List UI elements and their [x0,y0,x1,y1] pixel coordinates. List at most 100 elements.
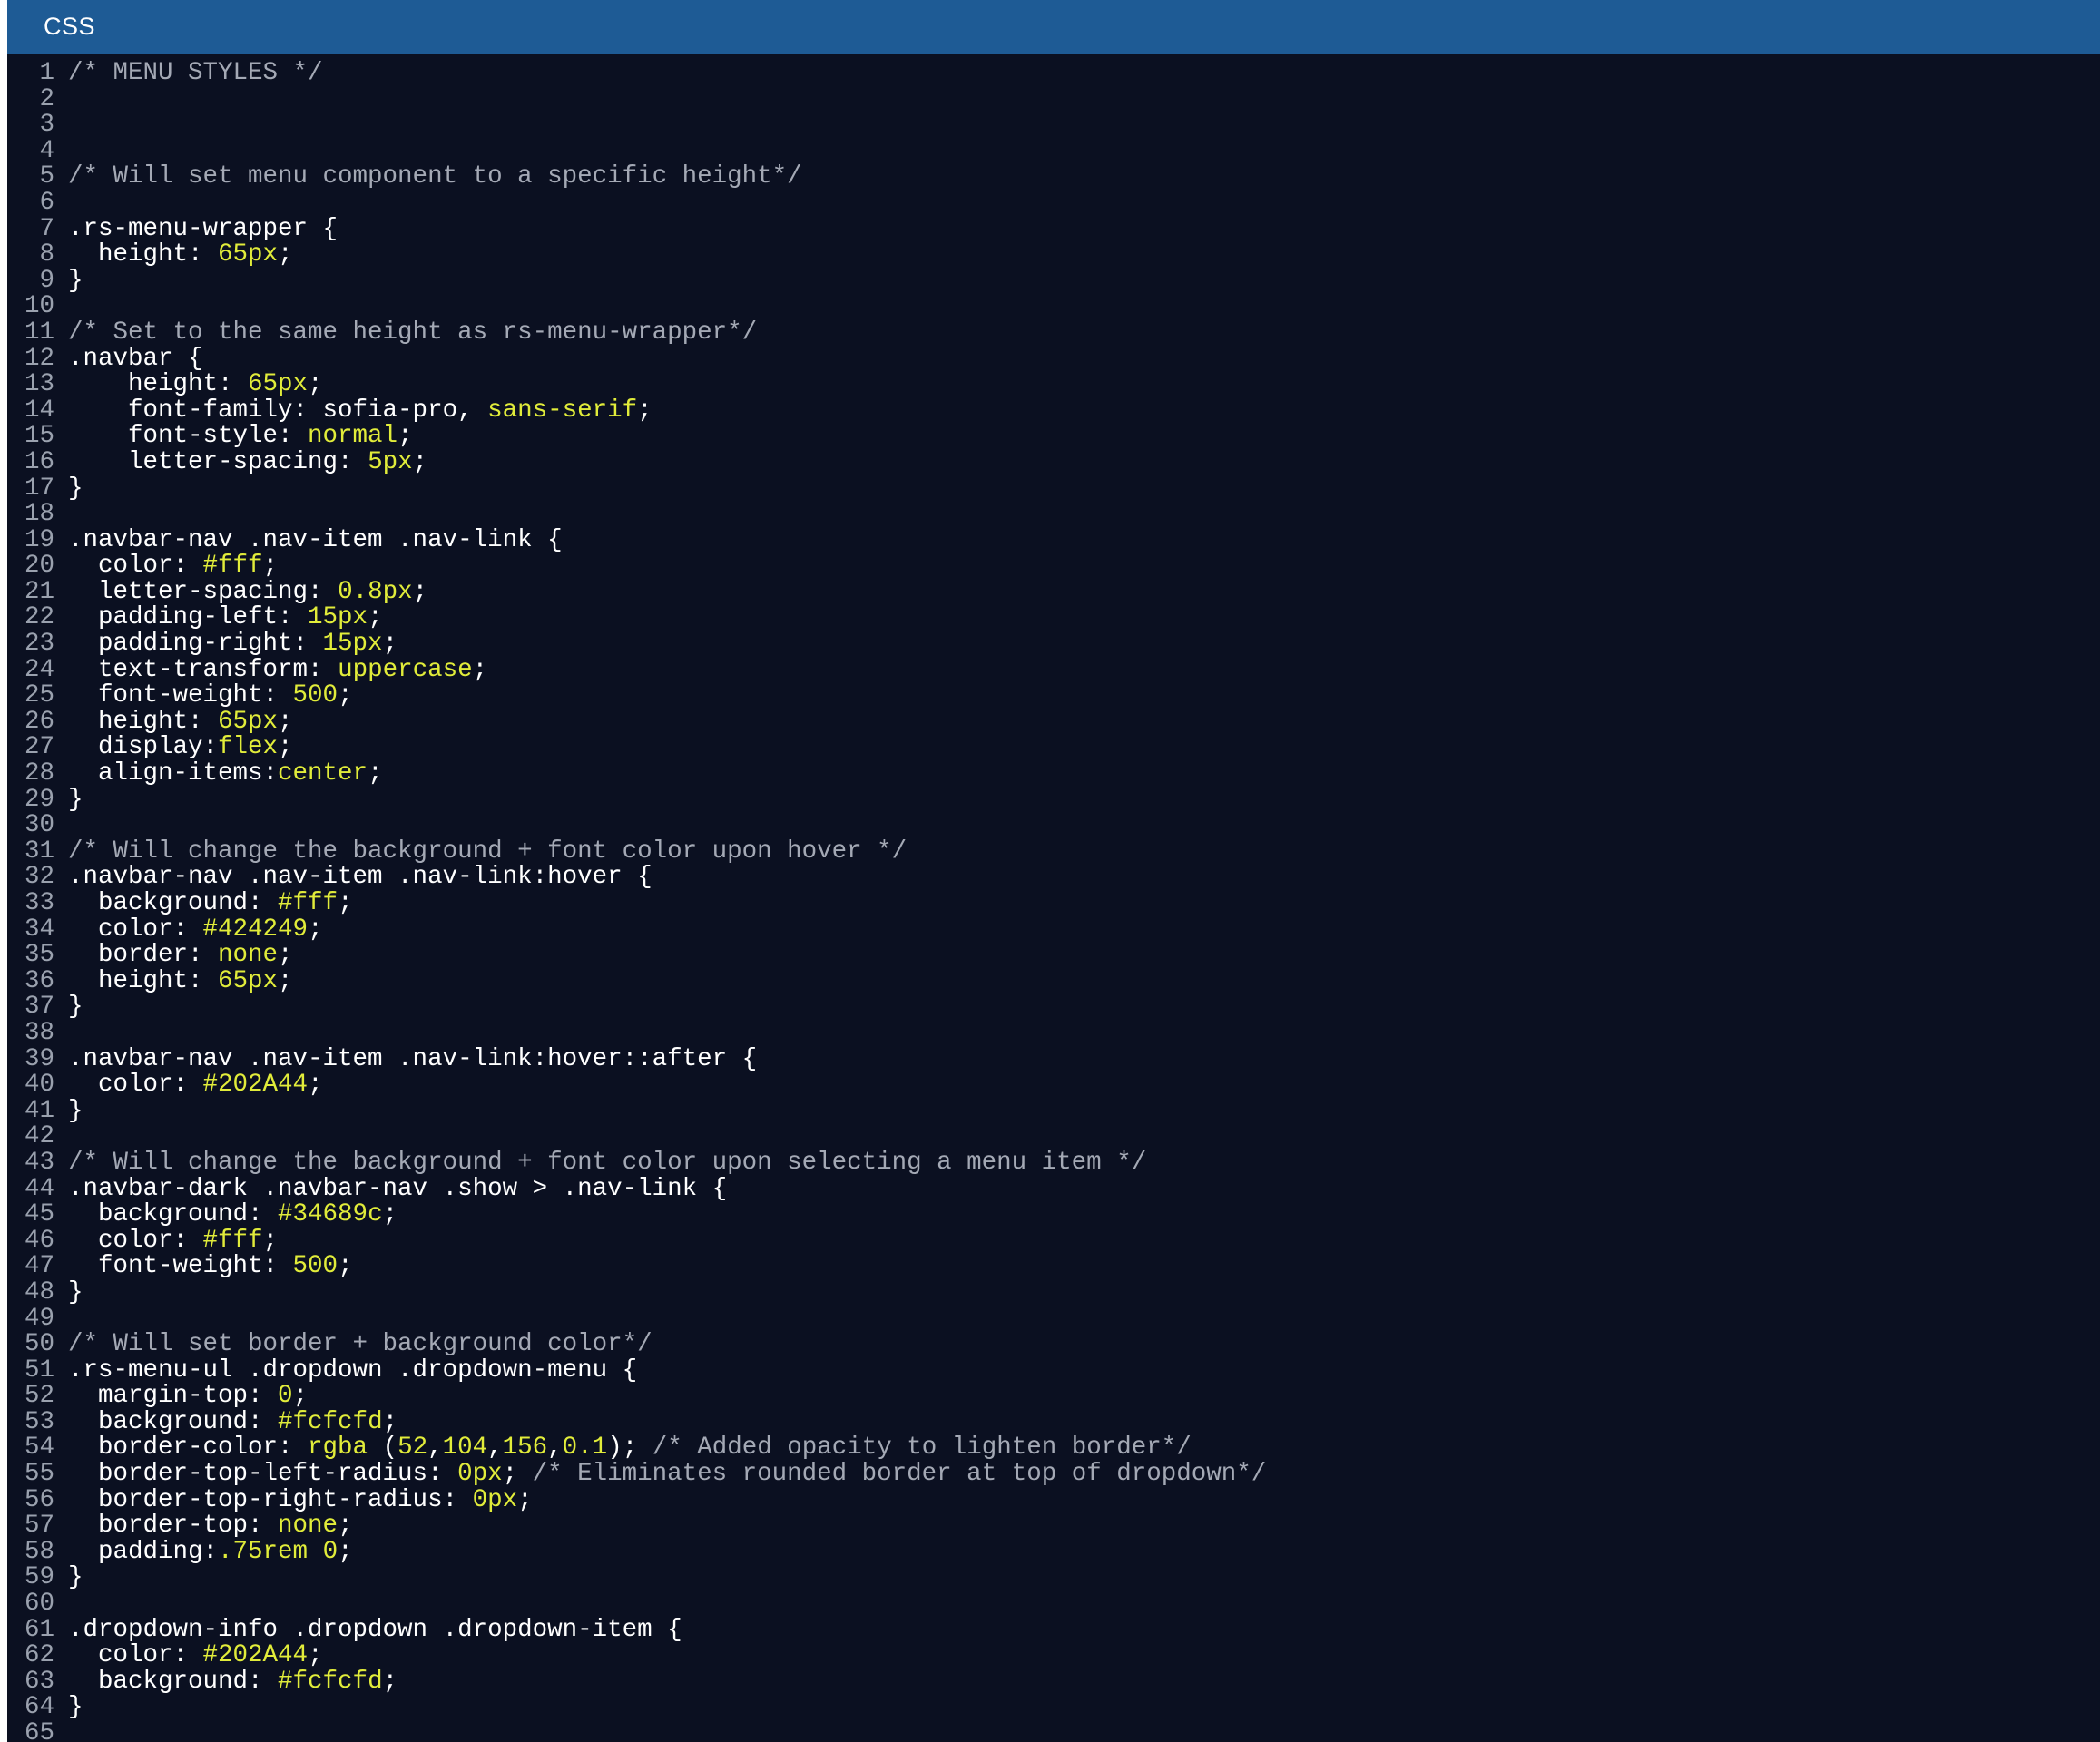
panel-title: CSS [44,13,96,40]
code-line: 58 padding:.75rem 0; [7,1538,2100,1566]
code-text: border-top-left-radius: 0px; /* Eliminat… [68,1461,1266,1488]
line-number: 49 [24,1304,54,1333]
line-number: 24 [24,655,54,684]
code-token-value: 500 [292,1252,339,1281]
code-token-plain: } [68,1563,83,1592]
code-token-value: flex [218,733,279,762]
code-token-plain: ; [308,1641,323,1670]
code-text: height: 65px; [68,370,323,399]
code-token-plain: ; [338,1512,353,1541]
code-token-plain: border: [68,941,219,970]
code-token-plain: border-top-right-radius: [68,1485,473,1514]
code-token-plain: , [547,1434,563,1463]
code-text: .dropdown-info .dropdown .dropdown-item … [68,1617,682,1644]
code-token-plain: border-color: [68,1434,309,1463]
code-token-plain: height: [68,370,249,399]
code-text: padding-left: 15px; [68,605,383,631]
code-line: 63 background: #fcfcfd; [7,1669,2100,1696]
line-number: 34 [24,915,54,944]
code-line: 19 .navbar-nav .nav-item .nav-link { [7,525,2100,554]
code-text: } [68,994,83,1021]
code-line: 60 [7,1590,2100,1618]
code-token-plain: color: [68,915,203,944]
code-token-plain: border-top: [68,1512,279,1541]
code-token-plain: ; [412,577,428,606]
line-number: 43 [24,1148,54,1177]
code-token-value: 0px [472,1485,518,1514]
code-line: 53 background: #fcfcfd; [7,1409,2100,1436]
code-text: border-color: rgba (52,104,156,0.1); /* … [68,1435,1192,1462]
code-line: 48} [7,1279,2100,1306]
line-number: 39 [24,1044,54,1073]
code-token-plain: ; [382,1667,398,1696]
code-token-value: 52 [397,1434,428,1463]
code-text: } [68,268,83,295]
code-token-plain: ; [262,552,279,581]
code-token-plain: ; [278,707,293,736]
code-token-plain: background: [68,889,279,917]
code-line: 5 /* Will set menu component to a specifi… [7,164,2100,191]
code-token-value: uppercase [338,655,473,684]
code-text: /* Set to the same height as rs-menu-wra… [68,318,758,347]
line-number: 46 [24,1226,54,1255]
code-text: font-weight: 500; [68,681,353,710]
code-token-plain: ; [308,915,323,944]
code-token-value: 5px [368,447,413,476]
line-number: 2 [39,84,54,113]
line-number: 25 [24,681,54,710]
code-text: height: 65px; [68,968,293,995]
code-text: } [68,475,83,503]
code-token-plain: ; [517,1485,533,1514]
code-line: 4 [7,138,2100,165]
line-number: 50 [24,1330,54,1359]
code-token-plain: ( [368,1434,398,1463]
line-number: 21 [24,577,54,606]
code-text: .navbar-nav .nav-item .nav-link:hover { [68,865,653,891]
code-token-plain: text-transform: [68,655,339,684]
css-code-panel: CSS 1/* MENU STYLES */2 3 4 5/* Will set me… [7,0,2100,1742]
code-token-plain: ; [338,681,353,710]
code-token-plain: align-items: [68,759,279,788]
line-number: 62 [24,1641,54,1670]
panel-header: CSS [7,0,2100,54]
code-text: background: #34689c; [68,1201,397,1228]
line-number: 19 [24,525,54,554]
code-token-plain: font-family: sofia-pro, [68,396,488,425]
code-line: 37} [7,994,2100,1021]
code-text: background: #fff; [68,889,353,917]
line-number: 23 [24,630,54,659]
code-token-comment: /* Will change the background + font col… [68,837,908,866]
code-text: color: #424249; [68,915,323,944]
code-token-plain: .navbar-nav .nav-item .nav-link { [68,525,563,554]
line-number: 30 [24,811,54,840]
code-token-comment: /* Set to the same height as rs-menu-wra… [68,318,758,347]
line-number: 47 [24,1252,54,1281]
code-token-plain: display: [68,733,219,762]
code-token-plain: color: [68,1071,203,1100]
code-text: /* Will change the background + font col… [68,837,908,866]
code-line: 40 color: #202A44; [7,1072,2100,1099]
code-text: .rs-menu-ul .dropdown .dropdown-menu { [68,1357,637,1385]
code-token-plain: ; [397,422,413,451]
code-token-plain: } [68,1693,83,1722]
line-number: 26 [24,707,54,736]
code-token-plain: ; [472,655,488,684]
code-line: 25 font-weight: 500; [7,681,2100,710]
code-token-plain: font-weight: [68,681,293,710]
line-number: 65 [24,1719,54,1742]
code-token-plain: letter-spacing: [68,447,368,476]
line-number: 5 [39,162,54,191]
code-line: 41} [7,1098,2100,1125]
line-number: 14 [24,396,54,425]
line-number: 59 [24,1563,54,1592]
code-token-comment: /* Will change the background + font col… [68,1148,1147,1177]
code-text: /* Will change the background + font col… [68,1150,1146,1177]
line-number: 20 [24,552,54,581]
code-token-value: 65px [218,707,279,736]
code-line: 29} [7,787,2100,814]
line-number: 31 [24,837,54,866]
code-editor[interactable]: 1/* MENU STYLES */2 3 4 5/* Will set menu c… [7,60,2100,1742]
code-text: padding-right: 15px; [68,631,397,658]
code-token-plain: .navbar-nav .nav-item .nav-link:hover { [68,863,653,892]
